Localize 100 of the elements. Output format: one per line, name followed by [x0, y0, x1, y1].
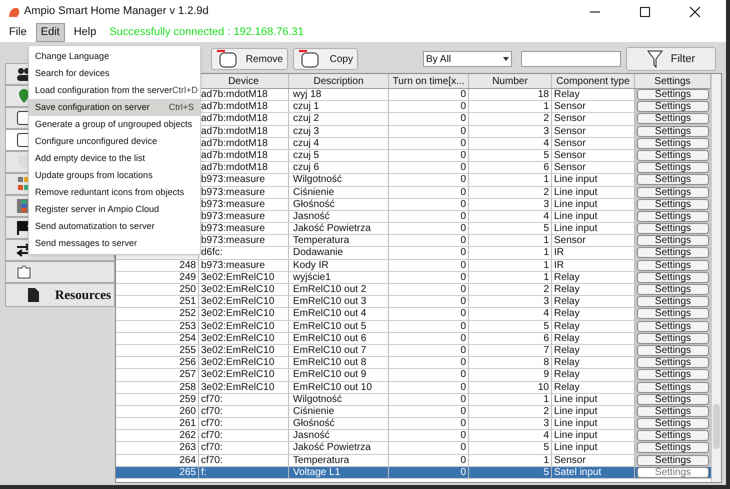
connection-status: Successfully connected : 192.168.76.31 [109, 25, 304, 40]
table-cell: 3e02:EmRelC10 [201, 357, 274, 368]
table-cell: cf70: [201, 442, 223, 454]
table-cell: Sensor [554, 150, 586, 161]
table-cell: wyjście1 [293, 272, 331, 283]
table-cell: IR [554, 260, 564, 271]
table-cell: 4 [543, 430, 549, 442]
table-cell: 3e02:EmRelC10 [201, 308, 274, 320]
table-cell: 0 [460, 138, 466, 149]
table-cell: 250 [179, 284, 196, 295]
table-cell: Wilgotność [293, 174, 342, 186]
table-cell: 253 [179, 320, 196, 332]
table-cell: czuj 2 [293, 113, 320, 124]
table-cell: 4 [543, 308, 549, 320]
table-cell: ad7b:mdotM18 [201, 162, 268, 174]
table-cell: 0 [460, 308, 466, 320]
table-cell: 252 [179, 308, 196, 320]
table-cell: 265 [179, 466, 196, 478]
table-cell: Ciśnienie [293, 186, 334, 198]
table-cell: b973:measure [201, 223, 265, 234]
table-cell: 0 [460, 101, 466, 112]
table-cell: 1 [543, 174, 549, 186]
table-cell: cf70: [201, 406, 223, 417]
table-cell: b973:measure [201, 235, 265, 246]
table-cell: ad7b:mdotM18 [201, 101, 268, 112]
table-cell: 264 [179, 454, 196, 466]
table-cell: 3e02:EmRelC10 [201, 284, 274, 295]
table-cell: 0 [460, 430, 466, 442]
table-cell: Głośność [293, 418, 335, 430]
table-cell: 0 [460, 235, 466, 246]
table-cell: 0 [460, 272, 466, 283]
table-cell: ad7b:mdotM18 [201, 138, 268, 149]
table-cell: EmRelC10 out 4 [293, 308, 366, 320]
table-cell: 3e02:EmRelC10 [201, 332, 274, 344]
table-cell: Line input [554, 174, 598, 186]
table-cell: Jasność [293, 430, 330, 442]
table-cell: 4 [543, 138, 549, 149]
table-cell: 1 [543, 394, 549, 405]
table-cell: Sensor [554, 162, 586, 174]
table-cell: Line input [554, 186, 598, 198]
table-cell: 260 [179, 406, 196, 417]
table-cell: Voltage L1 [293, 466, 340, 478]
table-cell: ad7b:mdotM18 [201, 89, 268, 100]
table-cell: EmRelC10 out 10 [293, 382, 372, 392]
table-cell: Satel input [554, 466, 602, 478]
table-cell: 5 [543, 442, 549, 454]
table-cell: 9 [543, 369, 549, 380]
table-cell: 0 [460, 186, 466, 198]
table-cell: 1 [543, 247, 549, 258]
table-cell: 0 [460, 150, 466, 161]
table-cell: 263 [179, 442, 196, 454]
table-cell: b973:measure [201, 210, 265, 222]
table-cell: 0 [460, 332, 466, 344]
table-cell: EmRelC10 out 2 [293, 284, 366, 295]
table-cell: 0 [460, 344, 466, 356]
table-cell: 0 [460, 394, 466, 405]
table-cell: 1 [543, 101, 549, 112]
table-cell: 6 [543, 162, 549, 174]
table-cell: b973:measure [201, 174, 265, 186]
table-cell: ad7b:mdotM18 [201, 113, 268, 124]
table-cell: 261 [179, 418, 196, 430]
table-cell: Temperatura [293, 235, 350, 246]
table-cell: 3 [543, 126, 549, 137]
table-cell: 2 [543, 186, 549, 198]
table-cell: 8 [543, 357, 549, 368]
table-cell: b973:measure [201, 198, 265, 210]
table-cell: 5 [543, 223, 549, 234]
table-cell: Jakość Powietrza [293, 223, 371, 234]
table-cell: 0 [460, 162, 466, 174]
table-cell: 3e02:EmRelC10 [201, 382, 274, 392]
table-cell: 0 [460, 296, 466, 308]
table-cell: 18 [538, 89, 549, 100]
table-cell: Line input [554, 210, 598, 222]
table-cell: 5 [543, 320, 549, 332]
table-cell: 254 [179, 332, 196, 344]
table-cell: EmRelC10 out 7 [293, 344, 366, 356]
table-cell: Relay [554, 89, 580, 100]
table-cell: 6 [543, 332, 549, 344]
table-cell: 3 [543, 296, 549, 308]
table-cell: Jakość Powietrza [293, 442, 371, 454]
table-cell: 249 [179, 272, 196, 283]
window-title: Ampio Smart Home Manager v 1.2.9d [24, 4, 209, 20]
table-cell: 0 [460, 198, 466, 210]
table-cell: 0 [460, 89, 466, 100]
table-cell: 2 [543, 113, 549, 124]
table-cell: Line input [554, 430, 598, 442]
table-cell: 3 [543, 418, 549, 430]
table-cell: 4 [543, 210, 549, 222]
table-cell: wyj 18 [293, 89, 322, 100]
table-cell: 248 [179, 260, 196, 271]
table-cell: Głośność [293, 198, 335, 210]
table-cell: 0 [460, 418, 466, 430]
table-cell: Jasność [293, 210, 330, 222]
table-cell: Wilgotność [293, 394, 342, 405]
table-cell: 0 [460, 357, 466, 368]
table-cell: Relay [554, 382, 580, 392]
table-cell: f: [201, 466, 207, 478]
table-cell: Sensor [554, 101, 586, 112]
table-cell: 5 [543, 150, 549, 161]
table-cell: Relay [554, 308, 580, 320]
